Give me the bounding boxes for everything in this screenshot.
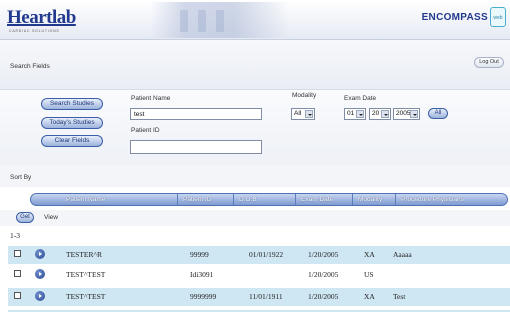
get-button[interactable]: Get [16, 212, 34, 223]
header-banner-image [150, 2, 290, 38]
chevron-down-icon [410, 110, 418, 118]
chevron-down-icon [381, 110, 389, 118]
column-procedure-physicians[interactable]: Procedure Physicians [395, 194, 505, 205]
app-header: Heartlab CARDIAC SOLUTIONS ENCOMPASS web [0, 0, 510, 40]
clear-fields-button[interactable]: Clear Fields [41, 135, 103, 147]
cell-dob: 11/01/1911 [249, 292, 283, 301]
search-fields-bar [0, 40, 510, 90]
column-modality[interactable]: Modality [352, 194, 395, 205]
row-checkbox[interactable] [14, 270, 21, 277]
heartlab-logo[interactable]: Heartlab [7, 7, 76, 29]
patient-name-label: Patient Name [131, 95, 171, 102]
all-dates-button[interactable]: All [428, 108, 448, 119]
chevron-down-icon [356, 110, 364, 118]
play-icon[interactable] [35, 269, 45, 279]
row-checkbox[interactable] [14, 292, 21, 299]
play-icon[interactable] [35, 249, 45, 259]
encompass-brand: ENCOMPASS [421, 12, 488, 23]
cell-physician: Aaaaa [393, 250, 412, 259]
modality-select[interactable]: All [291, 108, 315, 120]
cell-exam-date: 1/20/2005 [308, 270, 339, 279]
web-badge-icon: web [490, 7, 506, 27]
exam-month-select[interactable]: 01 [344, 108, 366, 120]
cell-patient-id: 99999 [190, 250, 209, 259]
exam-day-value: 20 [372, 110, 380, 117]
cell-modality: XA [364, 292, 375, 301]
table-row[interactable]: TEST^TEST 9999999 11/01/1911 1/20/2005 X… [8, 288, 510, 306]
column-exam-date[interactable]: Exam Date [295, 194, 352, 205]
sort-bar [0, 165, 510, 187]
cell-exam-date: 1/20/2005 [308, 292, 339, 301]
cell-modality: XA [364, 250, 375, 259]
logout-button[interactable]: Log Out [474, 57, 504, 68]
search-fields-label: Search Fields [10, 63, 50, 70]
cell-patient-name: TESTER^R [66, 250, 103, 259]
view-label: View [44, 214, 58, 221]
patient-id-label: Patient ID [131, 127, 160, 134]
exam-year-select[interactable]: 2005 [393, 108, 420, 120]
column-patient-id[interactable]: Patient ID [177, 194, 233, 205]
todays-studies-button[interactable]: Today's Studies [41, 117, 103, 129]
row-checkbox[interactable] [14, 250, 21, 257]
patient-id-input[interactable] [130, 140, 262, 154]
get-view-bar [0, 210, 510, 226]
exam-date-label: Exam Date [344, 95, 377, 102]
sort-by-label: Sort By [10, 174, 32, 181]
exam-month-value: 01 [347, 110, 355, 117]
table-row[interactable]: TEST^TEST Idi3091 1/20/2005 US [8, 266, 510, 284]
results-list: 1-3 TESTER^R 99999 01/01/1922 1/20/2005 … [8, 230, 510, 312]
cell-patient-name: TEST^TEST [66, 270, 106, 279]
result-range: 1-3 [10, 231, 20, 240]
cell-dob: 01/01/1922 [249, 250, 284, 259]
search-studies-button[interactable]: Search Studies [41, 98, 103, 110]
column-dob[interactable]: D.O.B. [233, 194, 295, 205]
chevron-down-icon [305, 110, 313, 118]
play-icon[interactable] [35, 291, 45, 301]
patient-name-input[interactable]: test [130, 108, 262, 120]
cell-patient-name: TEST^TEST [66, 292, 106, 301]
modality-label: Modality [292, 92, 317, 99]
cell-exam-date: 1/20/2005 [308, 250, 339, 259]
cell-physician: Test [393, 292, 406, 301]
cell-patient-id: Idi3091 [190, 270, 214, 279]
cell-patient-id: 9999999 [190, 292, 217, 301]
column-patient-name[interactable]: Patient Name [61, 194, 177, 205]
exam-year-value: 2005 [396, 110, 411, 117]
results-header-row: Patient Name Patient ID D.O.B. Exam Date… [30, 193, 508, 206]
exam-day-select[interactable]: 20 [369, 108, 391, 120]
encompass-page: Heartlab CARDIAC SOLUTIONS ENCOMPASS web… [0, 0, 510, 312]
table-row[interactable]: TESTER^R 99999 01/01/1922 1/20/2005 XA A… [8, 246, 510, 264]
cell-modality: US [364, 270, 374, 279]
logo-subtitle: CARDIAC SOLUTIONS [9, 29, 60, 33]
modality-value: All [294, 110, 302, 117]
